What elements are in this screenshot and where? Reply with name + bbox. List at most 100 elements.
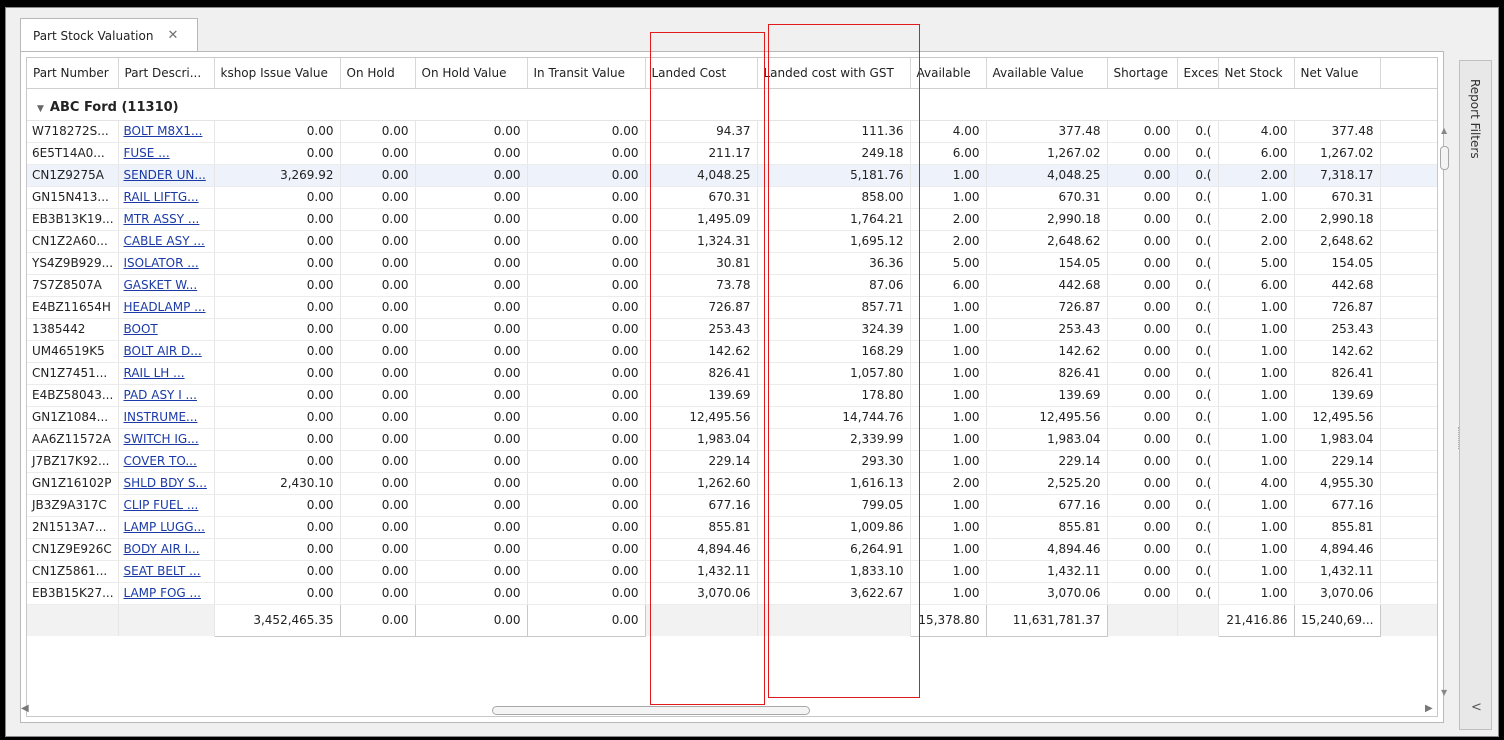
column-header-available[interactable]: Available (910, 58, 987, 89)
column-header-net-value[interactable]: Net Value (1294, 58, 1381, 89)
table-row[interactable]: 1385442 BOOT 0.00 0.00 0.00 0.00 253.43 324.39 1… (27, 318, 1437, 341)
table-row[interactable]: EB3B15K27... LAMP FOG ... 0.00 0.00 0.00 0.00… (27, 582, 1437, 605)
cell-part-description[interactable]: COVER TO... (118, 450, 215, 473)
table-row[interactable]: GN1Z16102P SHLD BDY S... 2,430.10 0.00 0.00 0… (27, 472, 1437, 495)
column-header-available-value[interactable]: Available Value (986, 58, 1108, 89)
cell-part-description[interactable]: SHLD BDY S... (118, 472, 215, 495)
cell-on-hold-value: 0.00 (415, 406, 528, 429)
column-header-part-number[interactable]: Part Number (27, 58, 119, 89)
total-net-value: 15,240,69... (1293, 603, 1381, 637)
total-landed-cost-gst (757, 604, 911, 636)
group-cell: ▼ ABC Ford (11310) (27, 88, 1437, 121)
report-filters-label[interactable]: Report Filters (1468, 79, 1482, 159)
column-header-part-description[interactable]: Part Descri... (118, 58, 215, 89)
cell-landed-cost-gst: 111.36 (757, 120, 911, 143)
table-row[interactable]: E4BZ58043... PAD ASY I ... 0.00 0.00 0.00 0.0… (27, 384, 1437, 407)
cell-part-description[interactable]: INSTRUME... (118, 406, 215, 429)
cell-landed-cost: 1,983.04 (645, 428, 758, 451)
cell-landed-cost: 142.62 (645, 340, 758, 363)
cell-part-description[interactable]: SENDER UN... (118, 164, 215, 187)
table-row[interactable]: CN1Z2A60... CABLE ASY ... 0.00 0.00 0.00 0.00… (27, 230, 1437, 253)
cell-part-description[interactable]: SWITCH IG... (118, 428, 215, 451)
cell-part-description[interactable]: BOLT M8X1... (118, 120, 215, 143)
table-row[interactable]: GN15N413... RAIL LIFTG... 0.00 0.00 0.00 0.00… (27, 186, 1437, 209)
close-tab-icon[interactable]: ✕ (167, 28, 178, 43)
collapse-panel-icon[interactable]: < (1471, 700, 1482, 715)
cell-part-description[interactable]: FUSE ... (118, 142, 215, 165)
cell-workshop-issue-value: 0.00 (214, 230, 341, 253)
tab-part-stock-valuation[interactable]: Part Stock Valuation ✕ (20, 18, 198, 52)
cell-net-value: 726.87 (1294, 296, 1381, 319)
table-row[interactable]: E4BZ11654H HEADLAMP ... 0.00 0.00 0.00 0.00 72… (27, 296, 1437, 319)
cell-part-description[interactable]: CLIP FUEL ... (118, 494, 215, 517)
collapse-group-icon[interactable]: ▼ (37, 104, 44, 114)
cell-part-description[interactable]: BOOT (118, 318, 215, 341)
cell-part-description[interactable]: BOLT AIR D... (118, 340, 215, 363)
column-header-workshop-issue-value[interactable]: kshop Issue Value (214, 58, 341, 89)
cell-part-description[interactable]: BODY AIR I... (118, 538, 215, 561)
cell-in-transit-value: 0.00 (527, 296, 646, 319)
table-row[interactable]: W718272S... BOLT M8X1... 0.00 0.00 0.00 0.00 9… (27, 120, 1437, 143)
cell-part-description[interactable]: LAMP FOG ... (118, 582, 215, 605)
column-header-in-transit-value[interactable]: In Transit Value (527, 58, 646, 89)
cell-part-description[interactable]: MTR ASSY ... (118, 208, 215, 231)
horizontal-scroll-thumb[interactable] (492, 706, 810, 715)
cell-shortage: 0.00 (1107, 582, 1178, 605)
table-row[interactable]: J7BZ17K92... COVER TO... 0.00 0.00 0.00 0.00 2… (27, 450, 1437, 473)
table-row[interactable]: CN1Z9275A SENDER UN... 3,269.92 0.00 0.00 0.0… (27, 164, 1437, 187)
cell-net-value: 377.48 (1294, 120, 1381, 143)
table-row[interactable]: YS4Z9B929... ISOLATOR ... 0.00 0.00 0.00 0.00… (27, 252, 1437, 275)
scroll-up-icon[interactable]: ▲ (1441, 126, 1447, 135)
table-row[interactable]: GN1Z1084... INSTRUME... 0.00 0.00 0.00 0.00 12… (27, 406, 1437, 429)
report-filters-panel[interactable]: Report Filters < (1459, 60, 1492, 730)
cell-part-description[interactable]: CABLE ASY ... (118, 230, 215, 253)
group-row[interactable]: ▼ ABC Ford (11310) (27, 88, 1437, 121)
cell-part-description[interactable]: PAD ASY I ... (118, 384, 215, 407)
column-header-landed-cost-gst[interactable]: Landed cost with GST (757, 58, 911, 89)
scroll-left-icon[interactable]: ◀ (21, 703, 29, 714)
vertical-scrollbar[interactable]: ▲ ▼ (1438, 126, 1453, 704)
cell-on-hold: 0.00 (340, 472, 416, 495)
vertical-scroll-thumb[interactable] (1440, 146, 1449, 170)
cell-part-description[interactable]: GASKET W... (118, 274, 215, 297)
cell-available-value: 826.41 (986, 362, 1108, 385)
cell-shortage: 0.00 (1107, 318, 1178, 341)
table-row[interactable]: 2N1513A7... LAMP LUGG... 0.00 0.00 0.00 0.00 8… (27, 516, 1437, 539)
table-row[interactable]: CN1Z5861... SEAT BELT ... 0.00 0.00 0.00 0.00… (27, 560, 1437, 583)
table-row[interactable]: CN1Z7451... RAIL LH ... 0.00 0.00 0.00 0.00 82… (27, 362, 1437, 385)
cell-part-description[interactable]: RAIL LH ... (118, 362, 215, 385)
scroll-down-icon[interactable]: ▼ (1441, 688, 1447, 697)
column-header-on-hold-value[interactable]: On Hold Value (415, 58, 528, 89)
table-row[interactable]: CN1Z9E926C BODY AIR I... 0.00 0.00 0.00 0.00 4… (27, 538, 1437, 561)
table-row[interactable]: 6E5T14A0... FUSE ... 0.00 0.00 0.00 0.00 211.1… (27, 142, 1437, 165)
cell-part-description[interactable]: HEADLAMP ... (118, 296, 215, 319)
cell-part-description[interactable]: ISOLATOR ... (118, 252, 215, 275)
cell-shortage: 0.00 (1107, 208, 1178, 231)
cell-available-value: 12,495.56 (986, 406, 1108, 429)
table-row[interactable]: AA6Z11572A SWITCH IG... 0.00 0.00 0.00 0.00 1,… (27, 428, 1437, 451)
cell-part-description[interactable]: SEAT BELT ... (118, 560, 215, 583)
cell-available: 1.00 (910, 428, 987, 451)
column-header-landed-cost[interactable]: Landed Cost (645, 58, 758, 89)
column-header-on-hold[interactable]: On Hold (340, 58, 416, 89)
column-header-excess[interactable]: Excess (1177, 58, 1219, 89)
cell-part-description[interactable]: LAMP LUGG... (118, 516, 215, 539)
table-row[interactable]: UM46519K5 BOLT AIR D... 0.00 0.00 0.00 0.00 14… (27, 340, 1437, 363)
cell-landed-cost-gst: 1,616.13 (757, 472, 911, 495)
total-excess (1177, 604, 1219, 636)
cell-filler (1380, 230, 1437, 253)
table-row[interactable]: EB3B13K19... MTR ASSY ... 0.00 0.00 0.00 0.00… (27, 208, 1437, 231)
table-row[interactable]: JB3Z9A317C CLIP FUEL ... 0.00 0.00 0.00 0.00 6… (27, 494, 1437, 517)
table-row[interactable]: 7S7Z8507A GASKET W... 0.00 0.00 0.00 0.00 73.7… (27, 274, 1437, 297)
total-part-description (118, 604, 215, 636)
cell-landed-cost: 229.14 (645, 450, 758, 473)
cell-part-description[interactable]: RAIL LIFTG... (118, 186, 215, 209)
horizontal-scrollbar[interactable]: ◀ ▶ (11, 701, 1442, 719)
cell-excess: 0.( (1177, 164, 1219, 187)
cell-landed-cost: 12,495.56 (645, 406, 758, 429)
scroll-right-icon[interactable]: ▶ (1425, 703, 1433, 714)
column-header-net-stock[interactable]: Net Stock (1218, 58, 1295, 89)
group-label: ABC Ford (11310) (49, 99, 179, 115)
column-header-shortage[interactable]: Shortage (1107, 58, 1178, 89)
cell-workshop-issue-value: 0.00 (214, 120, 341, 143)
